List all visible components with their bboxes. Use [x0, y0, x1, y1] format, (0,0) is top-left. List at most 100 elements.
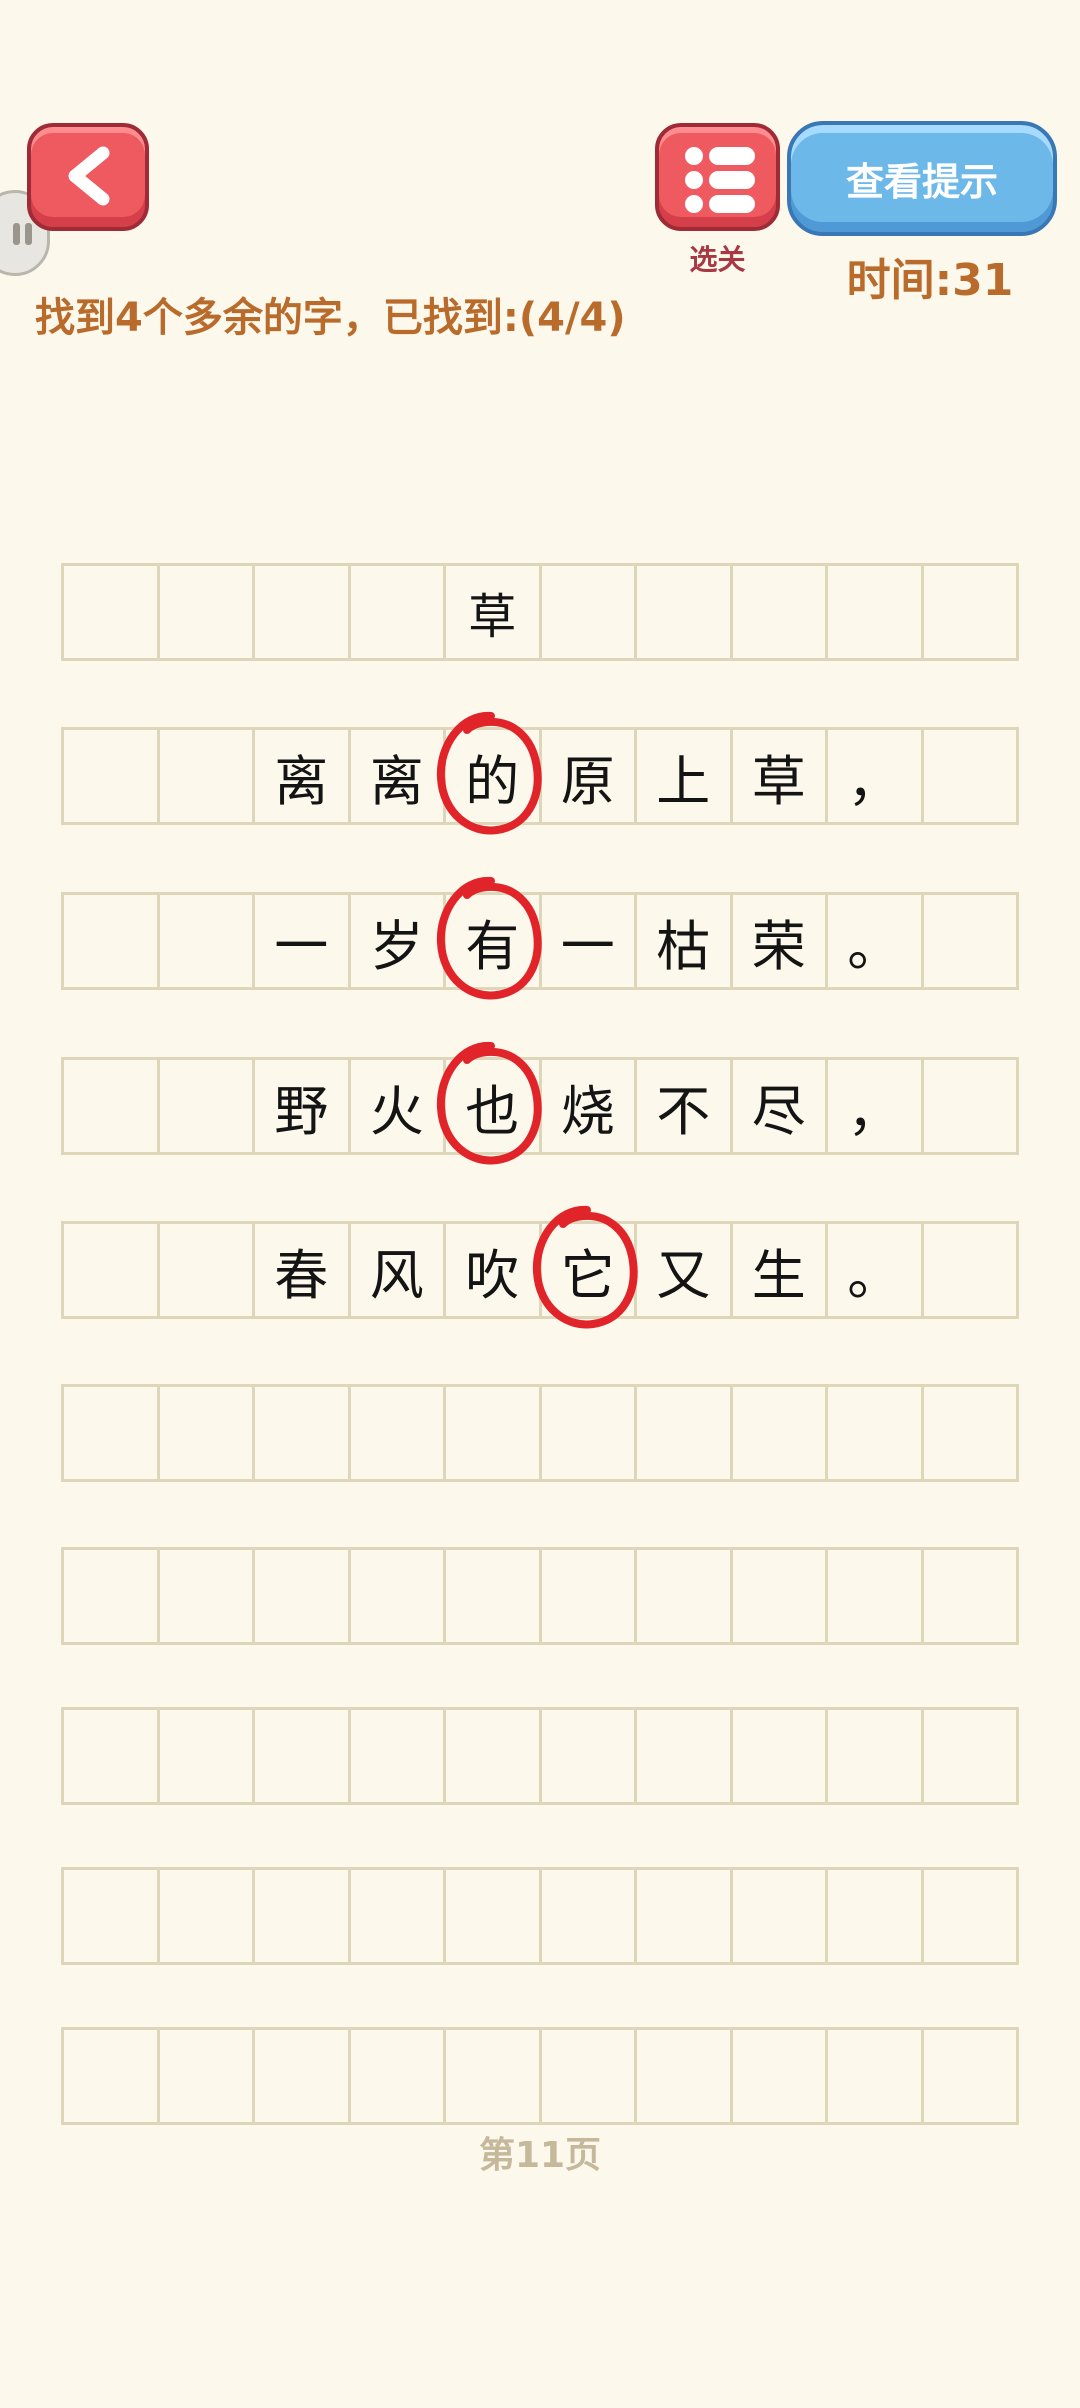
- found-extra-char-cell[interactable]: 有: [436, 876, 542, 1000]
- empty-cell: [446, 1550, 542, 1642]
- empty-cell: [637, 2030, 733, 2122]
- empty-cell: [351, 1870, 446, 1962]
- empty-cell: [733, 1870, 828, 1962]
- empty-cell: [351, 2030, 446, 2122]
- poem-char-cell[interactable]: ，: [828, 730, 924, 822]
- empty-cell: [64, 1387, 160, 1479]
- pause-icon-bar: [25, 223, 32, 245]
- poem-char-cell[interactable]: 。: [828, 895, 924, 987]
- poem-char-cell[interactable]: 生: [733, 1224, 828, 1316]
- empty-cell: [160, 566, 255, 658]
- poem-char-cell[interactable]: 荣: [733, 895, 828, 987]
- empty-cell: [733, 1710, 828, 1802]
- empty-cell: [64, 1870, 160, 1962]
- poem-char-cell[interactable]: 岁: [351, 895, 446, 987]
- poem-char-cell[interactable]: 原: [542, 730, 637, 822]
- poem-char-cell[interactable]: 尽: [733, 1060, 828, 1152]
- empty-cell: [160, 1060, 255, 1152]
- found-circle-mark: [532, 1205, 638, 1329]
- empty-cell: [255, 566, 351, 658]
- empty-cell: [542, 1710, 637, 1802]
- empty-cell: [446, 2030, 542, 2122]
- poem-char-cell[interactable]: 春: [255, 1224, 351, 1316]
- poem-title-char: 草: [446, 566, 542, 658]
- level-select-button[interactable]: [655, 123, 780, 231]
- empty-cell: [351, 1387, 446, 1479]
- empty-cell: [160, 2030, 255, 2122]
- empty-cell: [637, 566, 733, 658]
- empty-cell: [64, 566, 160, 658]
- empty-cell: [637, 1387, 733, 1479]
- poem-char-cell[interactable]: 烧: [542, 1060, 637, 1152]
- empty-cell: [64, 730, 160, 822]
- poem-char-cell[interactable]: 离: [351, 730, 446, 822]
- chevron-left-icon: [68, 146, 110, 206]
- found-circle-mark: [436, 876, 542, 1000]
- poem-char-cell[interactable]: 一: [542, 895, 637, 987]
- poem-char-cell[interactable]: 枯: [637, 895, 733, 987]
- empty-cell: [542, 2030, 637, 2122]
- poem-char-cell[interactable]: 风: [351, 1224, 446, 1316]
- empty-cell: [64, 1550, 160, 1642]
- empty-cell: [446, 1710, 542, 1802]
- found-circle-mark: [436, 1041, 542, 1165]
- empty-cell: [637, 1870, 733, 1962]
- empty-cell: [64, 2030, 160, 2122]
- empty-cell: [351, 1710, 446, 1802]
- empty-cell: [64, 1060, 160, 1152]
- empty-cell: [160, 895, 255, 987]
- empty-cell: [924, 1550, 1017, 1642]
- empty-cell: [542, 1387, 637, 1479]
- empty-cell: [924, 1870, 1017, 1962]
- poem-char-cell[interactable]: 草: [733, 730, 828, 822]
- found-circle-mark: [436, 711, 542, 835]
- empty-cell: [64, 895, 160, 987]
- poem-line-row: 离离的原上草，: [61, 711, 1019, 835]
- poem-char-cell[interactable]: 吹: [446, 1224, 542, 1316]
- poem-line-row: [61, 1547, 1019, 1645]
- empty-cell: [828, 566, 924, 658]
- level-select-label: 选关: [689, 243, 746, 276]
- empty-cell: [160, 1870, 255, 1962]
- found-extra-char-cell[interactable]: 的: [436, 711, 542, 835]
- poem-line-row: [61, 1384, 1019, 1482]
- empty-cell: [924, 2030, 1017, 2122]
- empty-cell: [542, 1550, 637, 1642]
- empty-cell: [542, 566, 637, 658]
- poem-char-cell[interactable]: 上: [637, 730, 733, 822]
- empty-cell: [924, 566, 1017, 658]
- empty-cell: [351, 566, 446, 658]
- timer-text: 时间:31: [846, 255, 1014, 306]
- empty-cell: [255, 1710, 351, 1802]
- empty-cell: [351, 1550, 446, 1642]
- poem-char-cell[interactable]: 野: [255, 1060, 351, 1152]
- empty-cell: [542, 1870, 637, 1962]
- poem-char-cell[interactable]: ，: [828, 1060, 924, 1152]
- empty-cell: [637, 1710, 733, 1802]
- empty-cell: [160, 1224, 255, 1316]
- back-button[interactable]: [27, 123, 149, 231]
- empty-cell: [828, 1710, 924, 1802]
- poem-char-cell[interactable]: 离: [255, 730, 351, 822]
- poem-char-cell[interactable]: 不: [637, 1060, 733, 1152]
- empty-cell: [924, 1224, 1017, 1316]
- found-extra-char-cell[interactable]: 也: [436, 1041, 542, 1165]
- poem-char-cell[interactable]: 又: [637, 1224, 733, 1316]
- empty-cell: [828, 1870, 924, 1962]
- empty-cell: [64, 1224, 160, 1316]
- instruction-text: 找到4个多余的字，已找到:(4/4): [35, 295, 626, 341]
- empty-cell: [255, 1550, 351, 1642]
- poem-char-cell[interactable]: 火: [351, 1060, 446, 1152]
- empty-cell: [637, 1550, 733, 1642]
- empty-cell: [828, 1387, 924, 1479]
- view-hint-button[interactable]: 查看提示: [787, 121, 1057, 236]
- poem-line-row: 野火也烧不尽，: [61, 1041, 1019, 1165]
- empty-cell: [255, 1870, 351, 1962]
- empty-cell: [828, 1550, 924, 1642]
- empty-cell: [160, 1550, 255, 1642]
- poem-char-cell[interactable]: 一: [255, 895, 351, 987]
- page-number: 第11页: [478, 2135, 602, 2176]
- found-extra-char-cell[interactable]: 它: [532, 1205, 638, 1329]
- poem-char-cell[interactable]: 。: [828, 1224, 924, 1316]
- empty-cell: [160, 730, 255, 822]
